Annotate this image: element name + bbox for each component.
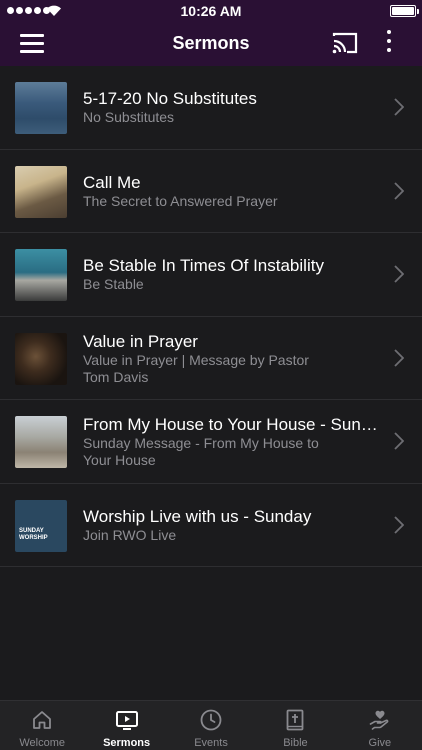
- sermon-title: Value in Prayer: [83, 331, 198, 351]
- status-time: 10:26 AM: [180, 3, 242, 19]
- sermon-title: Worship Live with us - Sunday: [83, 506, 312, 526]
- sermon-title: Be Stable In Times Of Instability: [83, 256, 324, 275]
- status-bar: 10:26 AM: [0, 0, 422, 22]
- sermon-title: Call Me: [83, 172, 141, 192]
- give-hand-heart-icon: [369, 710, 389, 730]
- nav-bar: Sermons: [0, 22, 422, 66]
- sermon-row[interactable]: SUNDAY WORSHIP Worship Live with us - Su…: [0, 484, 422, 567]
- page-title: Sermons: [172, 33, 250, 53]
- sermon-row[interactable]: From My House to Your House - Sund... Su…: [0, 400, 422, 484]
- sermon-subtitle: Value in Prayer | Message by Pastor: [83, 351, 309, 368]
- sermon-subtitle: Sunday Message - From My House to: [83, 435, 319, 451]
- tab-label: Give: [368, 737, 392, 749]
- tab-bar: Welcome Sermons Events Bible Give: [0, 700, 422, 750]
- chevron-right-icon: [394, 265, 404, 283]
- home-icon: [33, 711, 52, 729]
- tab-bible[interactable]: Bible: [253, 701, 337, 750]
- tab-label: Bible: [283, 737, 308, 749]
- bible-icon: [287, 709, 304, 731]
- sermon-subtitle-continued: Your House: [83, 452, 156, 468]
- sermon-subtitle: Join RWO Live: [83, 526, 177, 543]
- sermon-row[interactable]: 5-17-20 No Substitutes No Substitutes: [0, 66, 422, 150]
- app-header: 10:26 AM Sermons: [0, 0, 422, 66]
- tab-sermons[interactable]: Sermons: [84, 701, 168, 750]
- sermon-thumbnail: [15, 165, 67, 218]
- clock-icon: [200, 709, 222, 731]
- play-video-icon: [115, 711, 138, 730]
- battery-icon: [390, 5, 419, 17]
- tab-label: Welcome: [19, 737, 66, 749]
- sermon-row[interactable]: Be Stable In Times Of Instability Be Sta…: [0, 233, 422, 317]
- chevron-right-icon: [394, 181, 404, 200]
- tab-label: Events: [194, 737, 228, 749]
- chevron-right-icon: [394, 515, 404, 534]
- thumbnail-text: SUNDAY: [19, 527, 44, 534]
- chevron-right-icon: [394, 98, 404, 116]
- tab-label: Sermons: [103, 737, 151, 749]
- sermon-subtitle: The Secret to Answered Prayer: [83, 192, 278, 209]
- sermon-subtitle: Be Stable: [83, 276, 144, 292]
- sermon-thumbnail: [15, 249, 67, 301]
- sermon-row[interactable]: Value in Prayer Value in Prayer | Messag…: [0, 317, 422, 400]
- thumbnail-text: WORSHIP: [19, 534, 48, 541]
- sermon-title: From My House to Your House - Sund...: [83, 415, 383, 434]
- sermon-thumbnail: [15, 332, 67, 385]
- sermon-subtitle: No Substitutes: [83, 109, 175, 125]
- sermon-subtitle-continued: Tom Davis: [83, 368, 149, 385]
- chevron-right-icon: [394, 432, 404, 450]
- more-options-icon[interactable]: [382, 30, 396, 56]
- sermon-thumbnail: SUNDAY WORSHIP: [15, 499, 67, 552]
- sermon-title: 5-17-20 No Substitutes: [83, 89, 257, 108]
- chevron-right-icon: [394, 348, 404, 367]
- tab-welcome[interactable]: Welcome: [0, 701, 84, 750]
- tab-events[interactable]: Events: [169, 701, 253, 750]
- sermon-row[interactable]: Call Me The Secret to Answered Prayer: [0, 150, 422, 233]
- sermon-list: 5-17-20 No Substitutes No Substitutes Ca…: [0, 66, 422, 567]
- tab-give[interactable]: Give: [338, 701, 422, 750]
- sermon-thumbnail: [15, 416, 67, 468]
- cast-icon[interactable]: [332, 31, 358, 55]
- sermon-thumbnail: [15, 82, 67, 134]
